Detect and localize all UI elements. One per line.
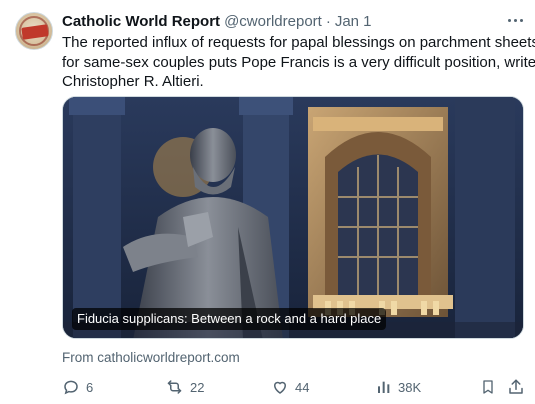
like-button[interactable]: 44 xyxy=(271,376,309,398)
author-name[interactable]: Catholic World Report xyxy=(62,13,220,30)
reply-button[interactable]: 6 xyxy=(62,376,93,398)
tweet-text-line: The reported influx of requests for papa… xyxy=(62,34,535,51)
like-icon xyxy=(273,381,287,394)
repost-icon xyxy=(167,380,182,394)
bookmark-button[interactable] xyxy=(480,376,496,398)
link-card[interactable]: Fiducia supplicans: Between a rock and a… xyxy=(62,96,524,339)
repost-button[interactable]: 22 xyxy=(165,376,204,398)
share-button[interactable] xyxy=(507,376,525,398)
card-source[interactable]: From catholicworldreport.com xyxy=(62,350,240,365)
reply-icon xyxy=(64,380,78,395)
share-icon xyxy=(509,379,523,394)
author-handle[interactable]: @cworldreport xyxy=(224,13,322,30)
separator-dot: · xyxy=(325,12,331,30)
views-count: 38K xyxy=(398,379,422,395)
tweet-text-line: for same-sex couples puts Pope Francis i… xyxy=(62,53,535,71)
tweet-date[interactable]: Jan 1 xyxy=(335,13,372,30)
tweet-header: Catholic World Report @cworldreport · Ja… xyxy=(62,11,372,31)
repost-count: 22 xyxy=(190,379,205,395)
views-button[interactable]: 38K xyxy=(376,376,421,398)
views-icon xyxy=(378,381,390,393)
card-title: Fiducia supplicans: Between a rock and a… xyxy=(72,308,387,330)
tweet-text-line: Christopher R. Altieri. xyxy=(62,73,204,90)
action-bar: 6 22 44 38K xyxy=(0,376,535,398)
card-image xyxy=(63,97,523,338)
reply-count: 6 xyxy=(86,379,94,395)
tweet-text: The reported influx of requests for papa… xyxy=(62,33,535,92)
bookmark-icon xyxy=(483,380,493,394)
avatar[interactable] xyxy=(15,12,53,50)
more-icon[interactable] xyxy=(504,11,526,29)
like-count: 44 xyxy=(295,379,310,395)
